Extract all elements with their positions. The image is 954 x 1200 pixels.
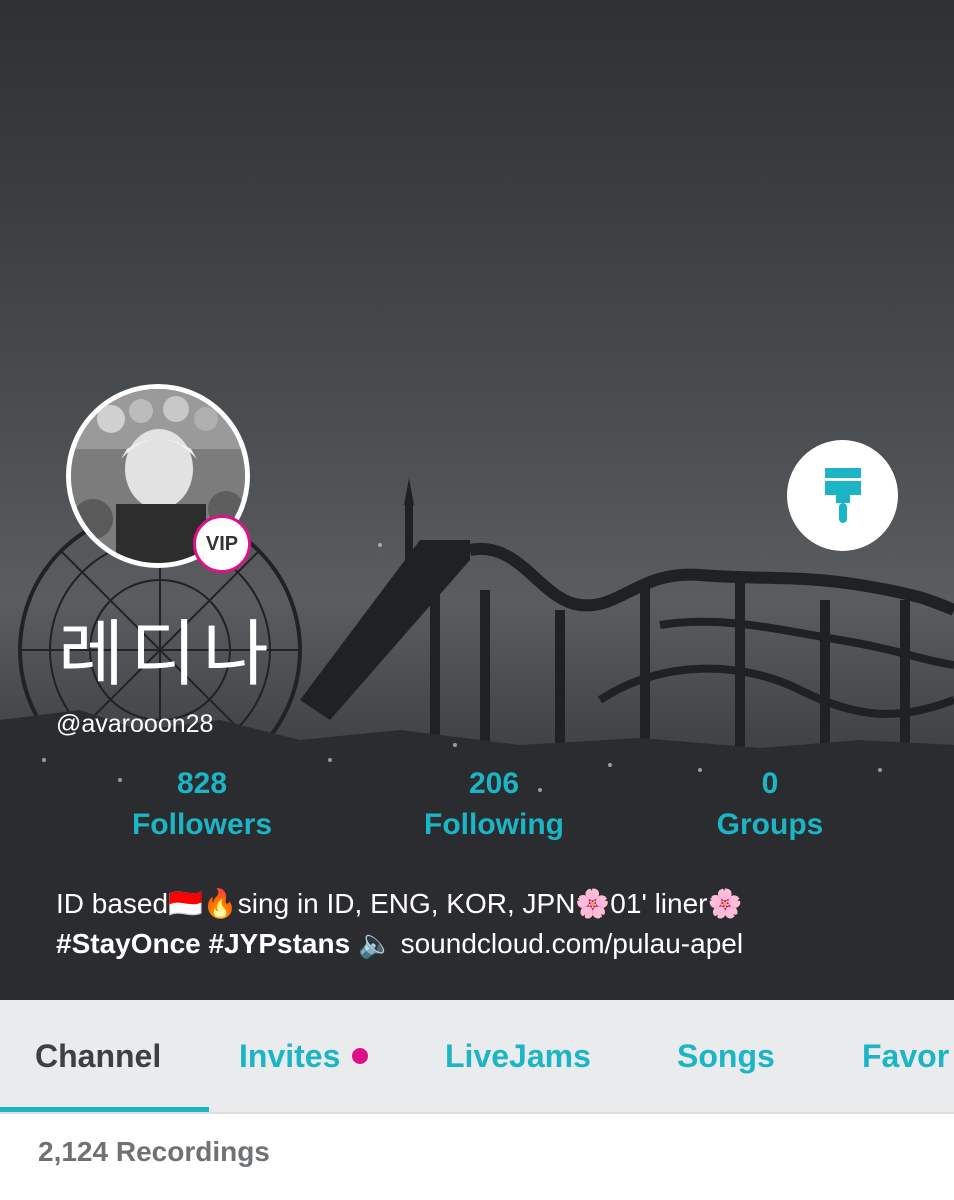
recordings-count: 2,124 Recordings <box>38 1136 270 1167</box>
following-label: Following <box>424 808 564 841</box>
tab-invites-label: Invites <box>239 1038 341 1074</box>
profile-header: VIP 레디나 @avarooon28 828 Followers 206 Fo… <box>0 0 954 1000</box>
vip-badge: VIP <box>193 515 251 573</box>
speaker-icon: 🔈 <box>357 928 393 959</box>
groups-stat[interactable]: 0 Groups <box>670 766 870 848</box>
customize-profile-button[interactable] <box>787 440 898 551</box>
bio-hashtags: #StayOnce #JYPstans <box>56 928 351 959</box>
divider <box>0 1112 954 1114</box>
bio-line-2: #StayOnce #JYPstans 🔈 soundcloud.com/pul… <box>56 924 936 964</box>
tab-favorites[interactable]: Favor <box>862 1000 949 1112</box>
profile-bio: ID based🇮🇩🔥sing in ID, ENG, KOR, JPN🌸01'… <box>56 884 936 964</box>
display-name: 레디나 <box>58 612 275 696</box>
followers-stat[interactable]: 828 Followers <box>102 766 302 848</box>
following-stat[interactable]: 206 Following <box>394 766 594 848</box>
groups-count: 0 <box>761 767 779 800</box>
tab-channel[interactable]: Channel <box>35 1000 161 1112</box>
tab-songs[interactable]: Songs <box>677 1000 775 1112</box>
soundcloud-link[interactable]: soundcloud.com/pulau-apel <box>401 928 743 959</box>
tab-livejams[interactable]: LiveJams <box>445 1000 591 1112</box>
profile-tab-bar: Channel Invites LiveJams Songs Favor <box>0 1000 954 1112</box>
followers-label: Followers <box>131 808 273 841</box>
groups-label: Groups <box>716 808 824 841</box>
username-handle: @avarooon28 <box>56 710 214 738</box>
bio-line-1: ID based🇮🇩🔥sing in ID, ENG, KOR, JPN🌸01'… <box>56 888 743 919</box>
paint-brush-icon <box>824 467 861 523</box>
following-count: 206 <box>468 767 520 800</box>
notification-dot-icon <box>352 1047 369 1064</box>
tab-invites[interactable]: Invites <box>239 1000 369 1112</box>
followers-count: 828 <box>176 767 228 800</box>
